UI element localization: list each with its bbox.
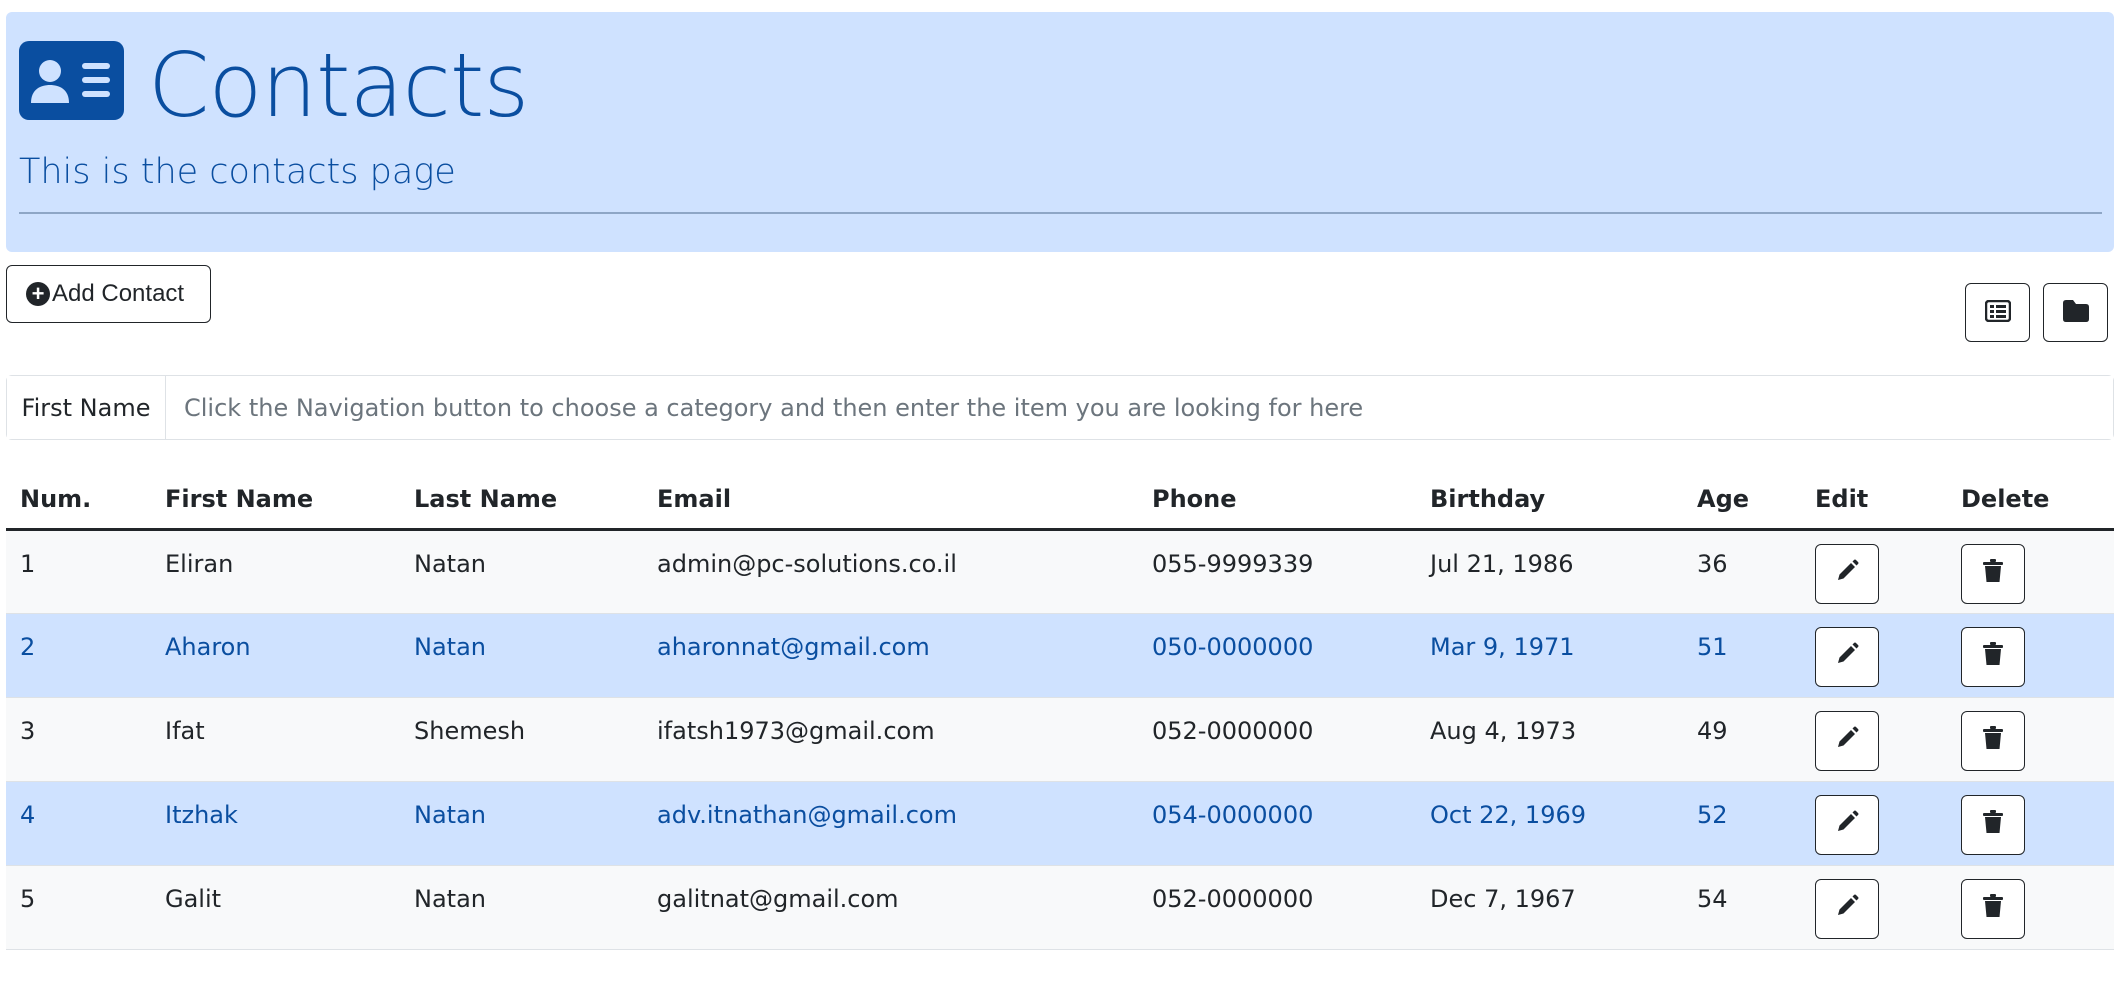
column-header: Num. [6,470,151,531]
cell-last-name: Natan [400,865,643,950]
cell-num: 5 [6,865,151,950]
pencil-icon [1835,810,1859,840]
cell-phone: 050-0000000 [1138,613,1416,698]
add-contact-button[interactable]: + Add Contact [6,265,211,323]
edit-button[interactable] [1815,627,1879,687]
header-divider [19,212,2102,214]
cell-birthday: Dec 7, 1967 [1416,865,1683,950]
table-view-icon [1984,299,2011,326]
column-header: Delete [1947,470,2114,531]
delete-button[interactable] [1961,711,2025,771]
search-input[interactable] [166,376,2113,439]
pencil-icon [1835,894,1859,924]
table-row: 5 Galit Natan galitnat@gmail.com 052-000… [6,865,2114,950]
cell-delete [1947,529,2114,614]
column-header: Age [1683,470,1801,531]
delete-button[interactable] [1961,795,2025,855]
cell-last-name: Natan [400,613,643,698]
add-contact-label: Add Contact [52,280,185,307]
folder-icon [2062,299,2090,327]
trash-icon [1983,810,2003,840]
cell-first-name: Galit [151,865,400,950]
delete-button[interactable] [1961,544,2025,604]
table-header-row: Num. First Name Last Name Email Phone Bi… [6,470,2114,531]
folder-view-button[interactable] [2043,283,2108,342]
column-header: Last Name [400,470,643,531]
cell-email: ifatsh1973@gmail.com [643,697,1138,782]
cell-first-name: Ifat [151,697,400,782]
cell-first-name: Itzhak [151,781,400,866]
cell-last-name: Natan [400,529,643,614]
edit-button[interactable] [1815,879,1879,939]
contact-card-icon [19,41,124,120]
trash-icon [1983,726,2003,756]
table-view-button[interactable] [1965,283,2030,342]
table-row: 3 Ifat Shemesh ifatsh1973@gmail.com 052-… [6,697,2114,782]
delete-button[interactable] [1961,879,2025,939]
page-subtitle: This is the contacts page [19,152,456,192]
cell-email: adv.itnathan@gmail.com [643,781,1138,866]
column-header: Birthday [1416,470,1683,531]
cell-edit [1801,529,1947,614]
table-row: 2 Aharon Natan aharonnat@gmail.com 050-0… [6,613,2114,698]
search-group: First Name [6,375,2114,440]
table-row: 1 Eliran Natan admin@pc-solutions.co.il … [6,529,2114,614]
cell-age: 36 [1683,529,1801,614]
cell-edit [1801,613,1947,698]
cell-edit [1801,697,1947,782]
cell-first-name: Eliran [151,529,400,614]
cell-phone: 052-0000000 [1138,865,1416,950]
cell-num: 4 [6,781,151,866]
page-header: Contacts This is the contacts page [6,12,2114,252]
cell-num: 2 [6,613,151,698]
cell-edit [1801,865,1947,950]
cell-delete [1947,865,2114,950]
cell-age: 54 [1683,865,1801,950]
cell-age: 49 [1683,697,1801,782]
plus-circle-icon: + [26,282,50,306]
edit-button[interactable] [1815,544,1879,604]
trash-icon [1983,559,2003,589]
cell-phone: 052-0000000 [1138,697,1416,782]
cell-age: 52 [1683,781,1801,866]
cell-last-name: Shemesh [400,697,643,782]
trash-icon [1983,642,2003,672]
search-category-button[interactable]: First Name [7,376,166,439]
cell-edit [1801,781,1947,866]
cell-email: aharonnat@gmail.com [643,613,1138,698]
cell-birthday: Aug 4, 1973 [1416,697,1683,782]
cell-birthday: Oct 22, 1969 [1416,781,1683,866]
pencil-icon [1835,642,1859,672]
contacts-table: Num. First Name Last Name Email Phone Bi… [6,470,2114,950]
cell-num: 3 [6,697,151,782]
cell-num: 1 [6,529,151,614]
cell-delete [1947,613,2114,698]
cell-birthday: Jul 21, 1986 [1416,529,1683,614]
cell-phone: 054-0000000 [1138,781,1416,866]
trash-icon [1983,894,2003,924]
column-header: Phone [1138,470,1416,531]
cell-delete [1947,781,2114,866]
cell-email: admin@pc-solutions.co.il [643,529,1138,614]
page-title: Contacts [148,34,529,137]
cell-phone: 055-9999339 [1138,529,1416,614]
pencil-icon [1835,726,1859,756]
cell-age: 51 [1683,613,1801,698]
column-header: First Name [151,470,400,531]
cell-birthday: Mar 9, 1971 [1416,613,1683,698]
delete-button[interactable] [1961,627,2025,687]
column-header: Email [643,470,1138,531]
edit-button[interactable] [1815,795,1879,855]
edit-button[interactable] [1815,711,1879,771]
table-row: 4 Itzhak Natan adv.itnathan@gmail.com 05… [6,781,2114,866]
column-header: Edit [1801,470,1947,531]
cell-last-name: Natan [400,781,643,866]
cell-first-name: Aharon [151,613,400,698]
cell-delete [1947,697,2114,782]
pencil-icon [1835,559,1859,589]
cell-email: galitnat@gmail.com [643,865,1138,950]
